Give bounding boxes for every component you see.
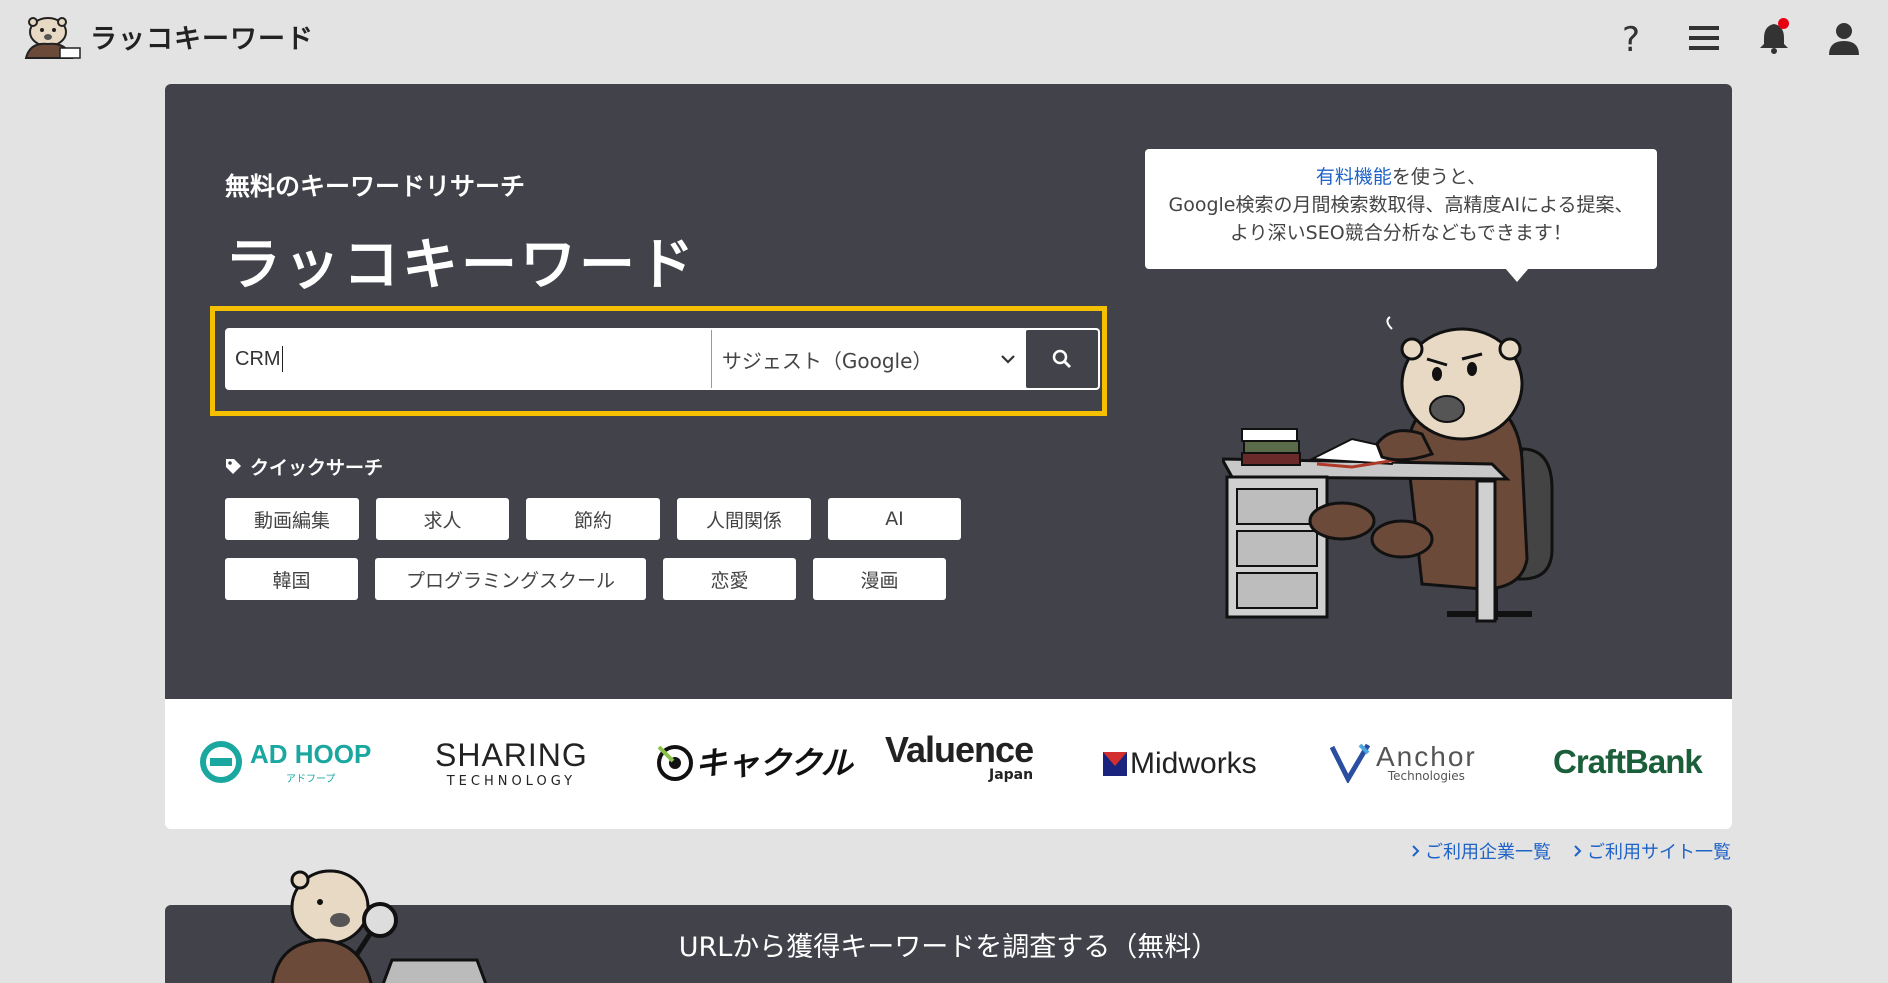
midworks-text: Midworks — [1130, 747, 1257, 780]
sharing-sub: TECHNOLOGY — [446, 774, 577, 789]
quick-search-heading: クイックサーチ — [225, 453, 383, 480]
valuence-logo: Valuence Japan — [885, 729, 1034, 783]
user-icon[interactable] — [1824, 18, 1864, 58]
top-header: ラッコキーワード ? — [0, 0, 1888, 78]
hero-title: ラッコキーワード — [225, 233, 697, 298]
adhoop-logo: AD HOOP アドフープ — [200, 739, 371, 785]
quick-chip[interactable]: 求人 — [376, 498, 509, 540]
sharing-logo: SHARING TECHNOLOGY — [435, 737, 588, 789]
chevron-right-icon — [1574, 845, 1582, 857]
text-caret — [281, 346, 283, 372]
kyakukuru-mark-icon — [657, 745, 693, 781]
svg-text:?: ? — [1622, 21, 1640, 55]
anchor-sub: Technologies — [1387, 769, 1465, 783]
header-actions: ? — [1614, 18, 1864, 58]
paid-feature-bubble: 有料機能を使うと、 Google検索の月間検索数取得、高精度AIによる提案、 よ… — [1145, 149, 1657, 269]
quick-chip[interactable]: AI — [828, 498, 961, 540]
adhoop-text: AD HOOP — [250, 739, 372, 769]
chevron-right-icon — [1412, 845, 1420, 857]
quick-chip[interactable]: プログラミングスクール — [375, 558, 646, 600]
quick-chip[interactable]: 漫画 — [813, 558, 946, 600]
quick-search-row-2: 韓国 プログラミングスクール 恋愛 漫画 — [225, 558, 946, 600]
help-icon[interactable]: ? — [1614, 18, 1654, 58]
midworks-logo: Midworks — [1103, 747, 1257, 781]
bubble-line-1: 有料機能を使うと、 — [1145, 163, 1657, 191]
companies-list-link[interactable]: ご利用企業一覧 — [1411, 838, 1551, 864]
search-type-select[interactable]: サジェスト（Google） — [710, 330, 1026, 388]
search-input-value: CRM — [235, 347, 281, 370]
kyakukuru-text: キャククル — [695, 744, 853, 782]
companies-list-label: ご利用企業一覧 — [1425, 842, 1551, 863]
anchor-logo: Anchor Technologies — [1330, 741, 1477, 783]
quick-chip[interactable]: 人間関係 — [677, 498, 811, 540]
tag-icon — [226, 459, 241, 474]
otter-magnifier-illustration — [271, 869, 488, 983]
quick-chip[interactable]: 節約 — [526, 498, 660, 540]
hero-section: 無料のキーワードリサーチ ラッコキーワード CRM サジェスト（Google） … — [165, 84, 1732, 699]
craftbank-text: CraftBank — [1553, 743, 1703, 780]
valuence-sub: Japan — [989, 767, 1034, 783]
craftbank-logo: CraftBank — [1553, 743, 1703, 781]
paid-feature-link[interactable]: 有料機能 — [1316, 166, 1392, 188]
search-type-value: サジェスト（Google） — [721, 348, 933, 373]
valuence-text: Valuence — [885, 729, 1034, 770]
bubble-line-1-rest: を使うと、 — [1391, 166, 1487, 188]
bubble-tail — [1505, 268, 1529, 282]
search-icon — [1052, 349, 1072, 368]
midworks-mark-icon — [1103, 752, 1127, 776]
partner-logos: AD HOOP アドフープ SHARING TECHNOLOGY キャククル V… — [165, 699, 1732, 829]
otter-logo-icon — [24, 17, 81, 59]
menu-icon[interactable] — [1684, 18, 1724, 58]
bubble-line-3: より深いSEO競合分析などもできます！ — [1230, 222, 1572, 244]
logo-text: ラッコキーワード — [90, 23, 314, 55]
quick-chip[interactable]: 韓国 — [225, 558, 358, 600]
quick-search-label: クイックサーチ — [250, 457, 384, 479]
bell-icon[interactable] — [1754, 18, 1794, 58]
otter-desk-illustration — [1222, 316, 1554, 623]
quick-chip[interactable]: 動画編集 — [225, 498, 359, 540]
usage-links: ご利用企業一覧 ご利用サイト一覧 — [1411, 838, 1731, 864]
sharing-text: SHARING — [435, 737, 588, 773]
search-button[interactable] — [1026, 330, 1098, 388]
sites-list-link[interactable]: ご利用サイト一覧 — [1573, 838, 1731, 864]
adhoop-mark-icon — [200, 741, 242, 783]
bubble-line-2: Google検索の月間検索数取得、高精度AIによる提案、 — [1168, 194, 1634, 216]
sites-list-label: ご利用サイト一覧 — [1587, 842, 1731, 863]
search-form: CRM サジェスト（Google） — [225, 328, 1100, 390]
adhoop-sub: アドフープ — [285, 774, 336, 785]
site-logo[interactable]: ラッコキーワード — [20, 12, 314, 60]
notification-badge — [1778, 18, 1789, 29]
quick-chip[interactable]: 恋愛 — [663, 558, 796, 600]
quick-search-row-1: 動画編集 求人 節約 人間関係 AI — [225, 498, 961, 540]
anchor-mark-icon — [1330, 743, 1370, 783]
hero-subtitle: 無料のキーワードリサーチ — [225, 172, 526, 201]
kyakukuru-logo: キャククル — [655, 737, 853, 785]
search-input[interactable]: CRM — [227, 330, 711, 388]
chevron-down-icon — [1001, 355, 1015, 364]
